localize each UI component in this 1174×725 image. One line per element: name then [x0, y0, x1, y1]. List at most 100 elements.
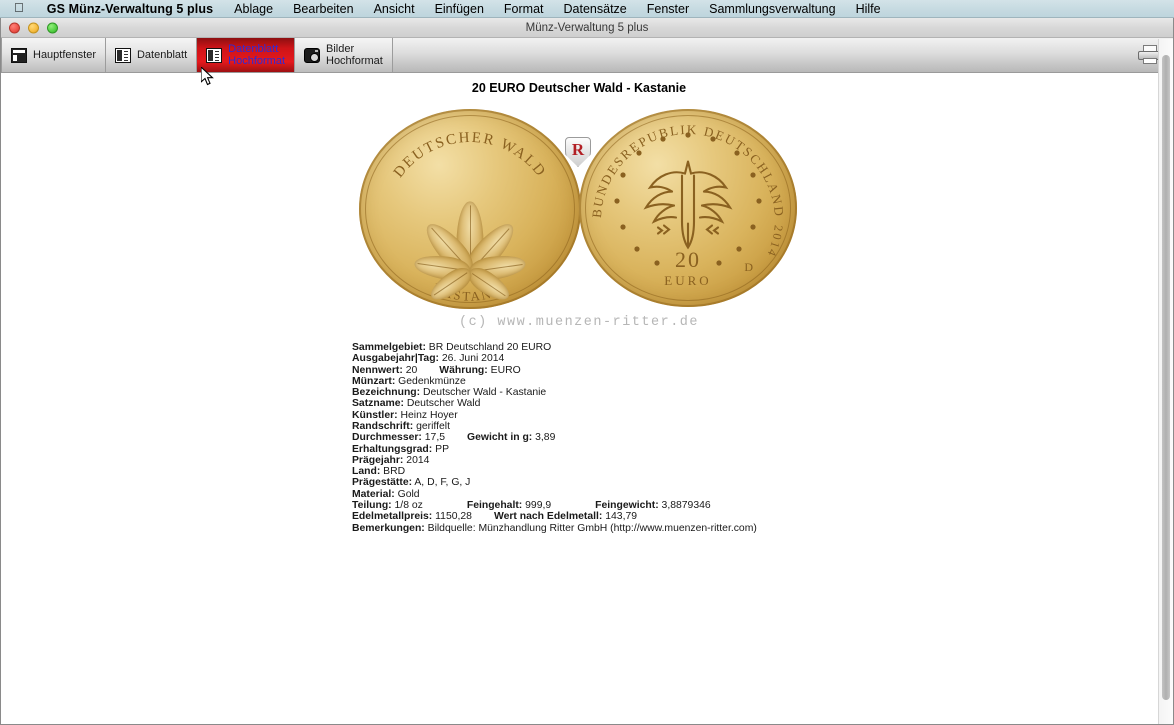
coin-reverse: BUNDESREPUBLIK DEUTSCHLAND 2014 [579, 109, 797, 307]
field-label: Künstler: [352, 410, 398, 421]
field-row: Land: BRD [352, 466, 1157, 477]
menu-item-datensaetze[interactable]: Datensätze [554, 2, 637, 16]
close-button[interactable] [9, 22, 20, 33]
field-label: Satzname: [352, 398, 404, 409]
coin-mintmark: D [744, 260, 753, 275]
field-label: Feingewicht: [595, 500, 659, 511]
field-value: Heinz Hoyer [398, 410, 458, 421]
tab-label: Bilder Hochformat [326, 43, 383, 68]
menu-item-bearbeiten[interactable]: Bearbeiten [283, 2, 363, 16]
field-label: Edelmetallpreis: [352, 511, 432, 522]
menu-item-einfuegen[interactable]: Einfügen [425, 2, 494, 16]
menu-bar:  GS Münz-Verwaltung 5 plus Ablage Bearb… [0, 0, 1174, 18]
field-value: Deutscher Wald - Kastanie [420, 387, 546, 398]
tab-label: Datenblatt Hochformat [228, 43, 285, 68]
field-value: 26. Juni 2014 [439, 353, 504, 364]
field-row: Teilung: 1/8 oz Feingehalt: 999,9 Feingewi… [352, 500, 1157, 511]
tab-bilder-hochformat[interactable]: Bilder Hochformat [295, 38, 393, 72]
field-label: Randschrift: [352, 421, 413, 432]
field-label: Land: [352, 466, 380, 477]
field-value: Deutscher Wald [404, 398, 480, 409]
window-title: Münz-Verwaltung 5 plus [526, 22, 649, 34]
field-row: Prägejahr: 2014 [352, 455, 1157, 466]
field-row: Erhaltungsgrad: PP [352, 444, 1157, 455]
field-label: Teilung: [352, 500, 392, 511]
datasheet-icon [115, 48, 131, 63]
minimize-button[interactable] [28, 22, 39, 33]
field-label: Gewicht in g: [467, 432, 532, 443]
menu-item-ansicht[interactable]: Ansicht [364, 2, 425, 16]
tab-hauptfenster[interactable]: Hauptfenster [1, 38, 106, 72]
field-row: Münzart: Gedenkmünze [352, 376, 1157, 387]
field-value: Gold [395, 489, 420, 500]
field-row: Nennwert: 20Währung: EURO [352, 365, 1157, 376]
field-value: PP [432, 444, 449, 455]
field-label: Feingehalt: [467, 500, 522, 511]
field-value: 143,79 [602, 511, 637, 522]
scrollbar-thumb[interactable] [1162, 55, 1170, 700]
field-value: Gedenkmünze [395, 376, 465, 387]
field-label: Bezeichnung: [352, 387, 420, 398]
field-value: 1150,28 [432, 511, 472, 522]
vertical-scrollbar[interactable] [1158, 39, 1173, 724]
field-value: BRD [380, 466, 405, 477]
field-row: Satzname: Deutscher Wald [352, 398, 1157, 409]
datasheet-content: 20 EURO Deutscher Wald - Kastanie R [1, 74, 1157, 724]
field-row: Ausgabejahr|Tag: 26. Juni 2014 [352, 353, 1157, 364]
window-controls [9, 22, 58, 33]
tab-label: Hauptfenster [33, 49, 96, 61]
tab-datenblatt[interactable]: Datenblatt [106, 38, 197, 72]
toolbar-spacer [393, 38, 1127, 72]
field-label: Ausgabejahr|Tag: [352, 353, 439, 364]
toolbar: Hauptfenster Datenblatt Datenblatt Hochf… [1, 38, 1173, 73]
field-value: Bildquelle: Münzhandlung Ritter GmbH (ht… [425, 523, 757, 534]
coin-denomination: 20 [579, 247, 797, 273]
coin-obverse: DEUTSCHER WALD KASTANIE [359, 109, 581, 309]
field-row: Bemerkungen: Bildquelle: Münzhandlung Ri… [352, 523, 1157, 534]
chestnut-leaf-icon [400, 151, 540, 271]
field-value: 20 [403, 365, 417, 376]
menu-item-sammlungsverwaltung[interactable]: Sammlungsverwaltung [699, 2, 845, 16]
menu-item-format[interactable]: Format [494, 2, 554, 16]
camera-icon [304, 48, 320, 63]
application-window: Münz-Verwaltung 5 plus Hauptfenster Date… [0, 18, 1174, 725]
field-label: Durchmesser: [352, 432, 422, 443]
field-value: 999,9 [522, 500, 551, 511]
field-label: Prägestätte: [352, 477, 412, 488]
field-value: 3,89 [532, 432, 555, 443]
field-row: Sammelgebiet: BR Deutschland 20 EURO [352, 342, 1157, 353]
page-title: 20 EURO Deutscher Wald - Kastanie [1, 81, 1157, 95]
field-label: Material: [352, 489, 395, 500]
field-value: BR Deutschland 20 EURO [426, 342, 551, 353]
field-label: Nennwert: [352, 365, 403, 376]
tab-datenblatt-hochformat[interactable]: Datenblatt Hochformat [197, 38, 295, 72]
field-label: Sammelgebiet: [352, 342, 426, 353]
field-value: A, D, F, G, J [412, 477, 470, 488]
window-icon [11, 48, 27, 63]
field-value: 1/8 oz [392, 500, 423, 511]
field-label: Bemerkungen: [352, 523, 425, 534]
coin-images: R DEUTSCHER WALD [1, 101, 1157, 323]
menu-item-fenster[interactable]: Fenster [637, 2, 699, 16]
field-value: geriffelt [413, 421, 450, 432]
field-value: 17,5 [422, 432, 445, 443]
window-titlebar[interactable]: Münz-Verwaltung 5 plus [1, 18, 1173, 38]
zoom-button[interactable] [47, 22, 58, 33]
field-label: Erhaltungsgrad: [352, 444, 432, 455]
field-row: Material: Gold [352, 489, 1157, 500]
field-label: Prägejahr: [352, 455, 403, 466]
field-value: EURO [488, 365, 521, 376]
coin-detail-fields: Sammelgebiet: BR Deutschland 20 EUROAusg… [352, 342, 1157, 534]
field-label: Münzart: [352, 376, 395, 387]
menu-item-ablage[interactable]: Ablage [224, 2, 283, 16]
field-value: 3,8879346 [659, 500, 711, 511]
apple-menu-icon[interactable]:  [0, 1, 36, 14]
menu-app-title[interactable]: GS Münz-Verwaltung 5 plus [36, 2, 224, 16]
menu-item-hilfe[interactable]: Hilfe [846, 2, 891, 16]
field-label: Wert nach Edelmetall: [494, 511, 602, 522]
field-row: Künstler: Heinz Hoyer [352, 410, 1157, 421]
field-row: Bezeichnung: Deutscher Wald - Kastanie [352, 387, 1157, 398]
field-row: Randschrift: geriffelt [352, 421, 1157, 432]
field-row: Prägestätte: A, D, F, G, J [352, 477, 1157, 488]
coin-currency: EURO [579, 273, 797, 289]
